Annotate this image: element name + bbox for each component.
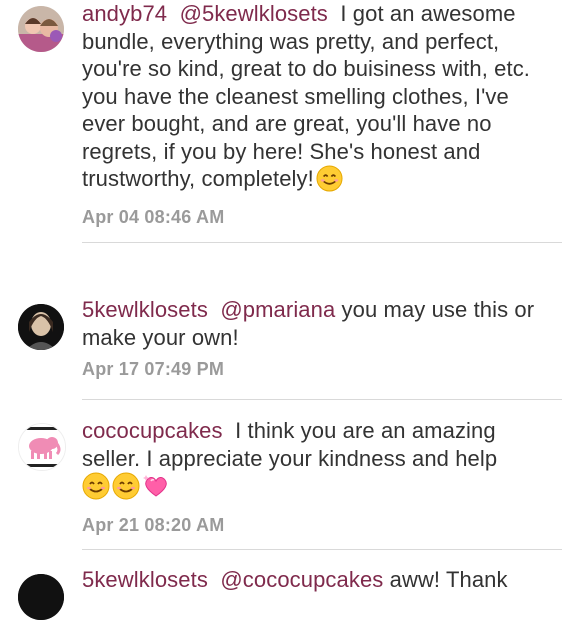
divider — [82, 549, 562, 550]
divider — [82, 399, 562, 400]
comment-timestamp: Apr 21 08:20 AM — [82, 514, 225, 535]
comment-body: I got an awesome bundle, everything was … — [82, 1, 531, 191]
comment-username[interactable]: andyb74 — [82, 1, 167, 26]
avatar[interactable] — [18, 6, 64, 52]
comment-username[interactable]: 5kewlklosets — [82, 297, 208, 322]
smiling-face-emoji — [112, 472, 140, 507]
avatar[interactable] — [18, 574, 64, 620]
comment-timestamp: Apr 17 07:49 PM — [82, 359, 225, 379]
smiling-face-emoji — [316, 165, 343, 199]
avatar[interactable] — [18, 304, 64, 350]
avatar[interactable] — [18, 423, 66, 471]
comment-text: cococupcakes I think you are an amazing … — [82, 417, 552, 507]
smiling-face-emoji — [82, 472, 110, 507]
comment-timestamp: Apr 04 08:46 AM — [82, 206, 225, 227]
comment-username[interactable]: cococupcakes — [82, 418, 223, 443]
comment-text: andyb74 @5kewlklosets I got an awesome b… — [82, 0, 552, 199]
comment-mention[interactable]: @pmariana — [220, 297, 335, 322]
comment-text: 5kewlklosets @pmariana you may use this … — [82, 296, 552, 351]
divider — [82, 242, 562, 243]
comment-mention[interactable]: @5kewlklosets — [180, 1, 328, 26]
sparkling-heart-emoji — [142, 472, 170, 507]
